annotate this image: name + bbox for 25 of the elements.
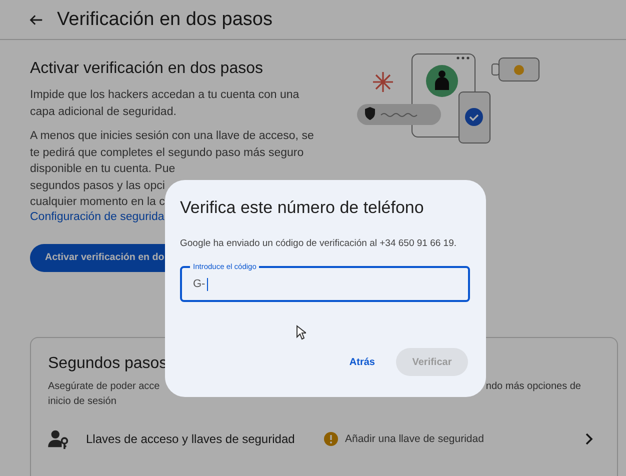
card-description: inicio de sesión (48, 395, 116, 409)
paragraph-line: te pedirá que completes el segundo paso más seguro (30, 146, 304, 160)
page-title: Verificación en dos pasos (57, 8, 272, 30)
row-status: Añadir una llave de seguridad (345, 433, 484, 445)
card-description: ndo más opciones de (486, 380, 581, 394)
mouse-cursor-icon (296, 325, 306, 340)
paragraph-line: capa adicional de seguridad. (30, 104, 176, 120)
paragraph-line: disponible en tu cuenta. Pue (30, 162, 176, 177)
paragraph-line: segundos pasos y las opci (30, 178, 165, 194)
card-heading: Segundos pasos (48, 355, 168, 373)
back-button[interactable]: Atrás (343, 348, 381, 376)
section-heading: Activar verificación en dos pasos (30, 60, 264, 78)
dialog-title: Verifica este número de teléfono (180, 198, 425, 218)
row-label: Llaves de acceso y llaves de seguridad (86, 432, 296, 446)
chevron-right-icon (585, 433, 593, 445)
back-icon[interactable] (29, 12, 43, 26)
settings-row[interactable]: Llaves de acceso y llaves de seguridad Añadir una llave de seguridad (48, 429, 600, 449)
paragraph-line: A menos que inicies sesión con una llave de acceso, se (30, 129, 314, 144)
paragraph-line: cualquier momento en la c (30, 195, 165, 210)
card-description: Asegúrate de poder acce (48, 380, 160, 394)
warning-icon (324, 432, 338, 446)
paragraph-line: Impide que los hackers accedan a tu cuenta con una (30, 88, 300, 103)
person-key-icon (48, 429, 70, 449)
dialog-message: Google ha enviado un código de verificación al +34 650 91 66 19. (180, 238, 458, 249)
field-value: G- (193, 278, 208, 290)
